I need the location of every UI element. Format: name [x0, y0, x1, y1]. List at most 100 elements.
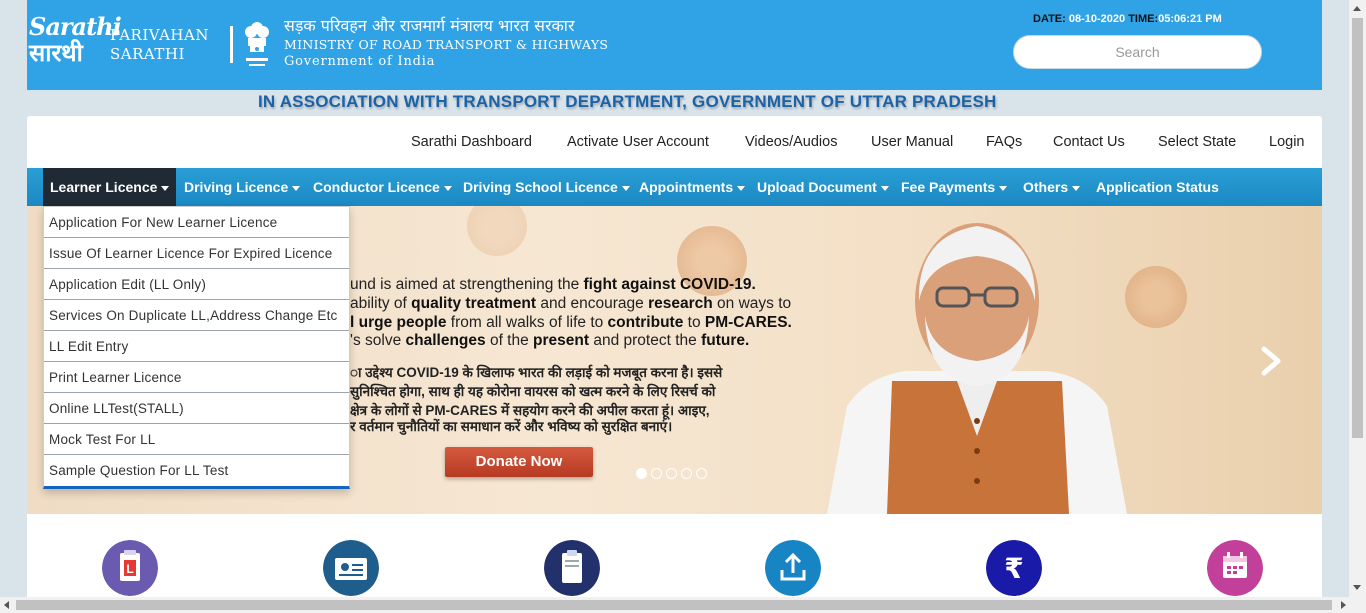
- banner-text: to: [683, 314, 705, 331]
- banner-text: and encourage: [536, 295, 649, 312]
- caret-down-icon: [1072, 185, 1081, 191]
- time-label: TIME:: [1128, 13, 1159, 25]
- menu-others[interactable]: Others: [1016, 168, 1087, 206]
- virus-decoration: [467, 206, 527, 256]
- header-divider: [230, 26, 233, 63]
- logo-text-hindi: सारथी: [29, 38, 83, 67]
- government-of-india: Government of India: [284, 54, 436, 69]
- calendar-icon[interactable]: [1207, 540, 1263, 596]
- brand-line-1: PARIVAHAN: [110, 26, 209, 44]
- banner-text-bold: PM-CARES.: [704, 314, 792, 331]
- ministry-hindi: सड़क परिवहन और राजमार्ग मंत्रालय भारत सर…: [284, 16, 575, 35]
- scroll-left-icon[interactable]: [4, 601, 9, 609]
- svg-text:₹: ₹: [1004, 552, 1023, 585]
- association-banner: IN ASSOCIATION WITH TRANSPORT DEPARTMENT…: [258, 92, 997, 111]
- learner-licence-icon[interactable]: L: [102, 540, 158, 596]
- banner-text: and protect the: [589, 332, 702, 349]
- banner-text-bold: fight against COVID-19.: [583, 276, 756, 293]
- menu-label: Appointments: [639, 179, 734, 195]
- nav-login[interactable]: Login: [1269, 134, 1304, 150]
- ministry-english: MINISTRY OF ROAD TRANSPORT & HIGHWAYS: [284, 37, 609, 52]
- dropdown-item-print-learner-licence[interactable]: Print Learner Licence: [44, 362, 349, 393]
- banner-text: from all walks of life to: [446, 314, 608, 331]
- menu-label: Learner Licence: [50, 179, 158, 195]
- banner-text-bold: l urge people: [350, 314, 447, 331]
- rupee-icon[interactable]: ₹: [986, 540, 1042, 596]
- carousel-dot-1[interactable]: [636, 468, 647, 479]
- banner-text-bold: quality treatment: [411, 295, 537, 312]
- menu-driving-licence[interactable]: Driving Licence: [177, 168, 307, 206]
- banner-text: und is aimed at strengthening the: [350, 276, 584, 293]
- menu-driving-school-licence[interactable]: Driving School Licence: [456, 168, 637, 206]
- menu-label: Fee Payments: [901, 179, 996, 195]
- nav-sarathi-dashboard[interactable]: Sarathi Dashboard: [411, 134, 532, 150]
- nav-faqs[interactable]: FAQs: [986, 134, 1022, 150]
- banner-text-bold: challenges: [405, 332, 486, 349]
- horizontal-scroll-thumb[interactable]: [16, 600, 1332, 610]
- caret-down-icon: [292, 185, 301, 191]
- upload-icon[interactable]: [765, 540, 821, 596]
- menu-label: Upload Document: [757, 179, 877, 195]
- learner-licence-dropdown: Application For New Learner Licence Issu…: [43, 206, 350, 489]
- sarathi-logo[interactable]: Sarathi सारथी: [29, 14, 122, 70]
- nav-videos-audios[interactable]: Videos/Audios: [745, 134, 837, 150]
- caret-down-icon: [161, 185, 170, 191]
- vertical-scrollbar[interactable]: [1349, 0, 1366, 597]
- menu-conductor-licence[interactable]: Conductor Licence: [306, 168, 459, 206]
- carousel-next-icon[interactable]: [1258, 346, 1282, 376]
- caret-down-icon: [999, 185, 1008, 191]
- menu-application-status[interactable]: Application Status: [1089, 168, 1226, 206]
- site-header: Sarathi सारथी PARIVAHAN SARATHI सड़क परि…: [27, 0, 1322, 90]
- date-value: 08-10-2020: [1068, 13, 1126, 25]
- logo-text-english: Sarathi: [29, 12, 122, 41]
- scroll-down-icon[interactable]: [1353, 585, 1361, 590]
- driving-licence-card-icon[interactable]: [323, 540, 379, 596]
- menu-label: Driving Licence: [184, 179, 289, 195]
- brand-name: PARIVAHAN SARATHI: [110, 26, 209, 64]
- menu-label: Driving School Licence: [463, 179, 618, 195]
- banner-text: of the: [485, 332, 534, 349]
- vertical-scroll-thumb[interactable]: [1352, 18, 1363, 438]
- nav-contact-us[interactable]: Contact Us: [1053, 134, 1125, 150]
- dropdown-item-application-edit[interactable]: Application Edit (LL Only): [44, 269, 349, 300]
- carousel-indicators: [636, 466, 711, 480]
- dropdown-item-new-learner-licence[interactable]: Application For New Learner Licence: [44, 207, 349, 238]
- service-icons-row: L ₹: [27, 514, 1322, 597]
- menu-label: Others: [1023, 179, 1069, 195]
- scroll-right-icon[interactable]: [1341, 601, 1346, 609]
- donate-now-button[interactable]: Donate Now: [445, 447, 593, 477]
- dropdown-item-expired-learner-licence[interactable]: Issue Of Learner Licence For Expired Lic…: [44, 238, 349, 269]
- nav-user-manual[interactable]: User Manual: [871, 134, 953, 150]
- caret-down-icon: [737, 185, 746, 191]
- top-navigation: Sarathi Dashboard Activate User Account …: [27, 116, 1322, 168]
- menu-upload-document[interactable]: Upload Document: [750, 168, 896, 206]
- horizontal-scrollbar[interactable]: [0, 597, 1366, 613]
- caret-down-icon: [443, 185, 452, 191]
- carousel-dot-5[interactable]: [696, 468, 707, 479]
- search-input[interactable]: [1013, 35, 1262, 69]
- date-time: DATE: 08-10-2020 TIME:05:06:21 PM: [1033, 13, 1222, 25]
- banner-text-hi-1: ा उद्देश्य COVID-19 के खिलाफ भारत की लड़…: [350, 365, 723, 380]
- brand-line-2: SARATHI: [110, 45, 185, 63]
- scroll-up-icon[interactable]: [1353, 6, 1361, 11]
- national-emblem-icon: [245, 22, 269, 66]
- banner-text-en-1: und is aimed at strengthening the fight …: [350, 276, 756, 294]
- date-label: DATE:: [1033, 13, 1066, 25]
- menu-appointments[interactable]: Appointments: [632, 168, 752, 206]
- banner-text: on ways to: [712, 295, 792, 312]
- ministry-title: सड़क परिवहन और राजमार्ग मंत्रालय भारत सर…: [284, 16, 608, 70]
- clipboard-icon[interactable]: [544, 540, 600, 596]
- dropdown-item-online-lltest[interactable]: Online LLTest(STALL): [44, 393, 349, 424]
- menu-fee-payments[interactable]: Fee Payments: [894, 168, 1014, 206]
- banner-text-hi-4: र वर्तमान चुनौतियों का समाधान करें और भव…: [350, 419, 673, 434]
- carousel-dot-3[interactable]: [666, 468, 677, 479]
- nav-select-state[interactable]: Select State: [1158, 134, 1236, 150]
- carousel-dot-4[interactable]: [681, 468, 692, 479]
- menu-learner-licence[interactable]: Learner Licence: [43, 168, 176, 206]
- dropdown-item-ll-edit-entry[interactable]: LL Edit Entry: [44, 331, 349, 362]
- nav-activate-user-account[interactable]: Activate User Account: [567, 134, 709, 150]
- carousel-dot-2[interactable]: [651, 468, 662, 479]
- dropdown-item-duplicate-ll[interactable]: Services On Duplicate LL,Address Change …: [44, 300, 349, 331]
- dropdown-item-mock-test[interactable]: Mock Test For LL: [44, 424, 349, 455]
- dropdown-item-sample-question[interactable]: Sample Question For LL Test: [44, 455, 349, 486]
